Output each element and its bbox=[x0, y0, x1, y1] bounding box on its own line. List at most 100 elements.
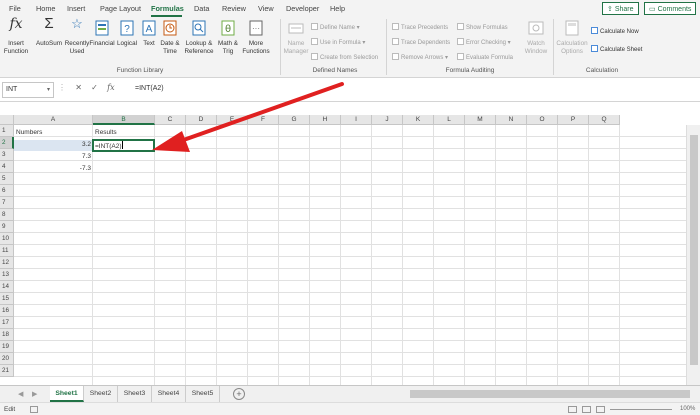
define-name-button[interactable]: Define Name ▾ bbox=[311, 23, 360, 31]
row-header-13[interactable]: 13 bbox=[0, 269, 14, 281]
share-button[interactable]: ⇪ Share bbox=[602, 2, 639, 15]
row-header-10[interactable]: 10 bbox=[0, 233, 14, 245]
sheet-tab-2[interactable]: Sheet2 bbox=[84, 386, 118, 402]
use-in-formula-button[interactable]: Use in Formula ▾ bbox=[311, 38, 365, 46]
sheet-tab-3[interactable]: Sheet3 bbox=[118, 386, 152, 402]
comments-button[interactable]: ▭ Comments bbox=[644, 2, 696, 15]
cell-a4[interactable]: -7.3 bbox=[14, 163, 93, 175]
cell-area[interactable] bbox=[14, 125, 686, 385]
column-header-f[interactable]: F bbox=[248, 115, 279, 125]
column-header-g[interactable]: G bbox=[279, 115, 310, 125]
column-header-h[interactable]: H bbox=[310, 115, 341, 125]
sheet-tab-5[interactable]: Sheet5 bbox=[186, 386, 220, 402]
cell-b2[interactable]: =INT(A2) bbox=[93, 139, 125, 151]
trace-precedents-button[interactable]: Trace Precedents bbox=[392, 23, 448, 31]
row-header-7[interactable]: 7 bbox=[0, 197, 14, 209]
row-header-8[interactable]: 8 bbox=[0, 209, 14, 221]
date-time-button[interactable]: Date & Time bbox=[158, 20, 182, 56]
enter-icon[interactable]: ✓ bbox=[91, 83, 98, 92]
page-break-view-icon[interactable] bbox=[596, 406, 605, 413]
column-header-k[interactable]: K bbox=[403, 115, 434, 125]
tab-home[interactable]: Home bbox=[36, 4, 55, 13]
normal-view-icon[interactable] bbox=[568, 406, 577, 413]
row-header-1[interactable]: 1 bbox=[0, 125, 14, 137]
macro-record-icon[interactable] bbox=[30, 406, 38, 413]
name-manager-button[interactable]: Name Manager bbox=[283, 20, 309, 56]
tab-help[interactable]: Help bbox=[330, 4, 345, 13]
tab-page-layout[interactable]: Page Layout bbox=[100, 4, 141, 13]
zoom-level[interactable]: 100% bbox=[680, 406, 695, 412]
evaluate-formula-button[interactable]: Evaluate Formula bbox=[457, 53, 513, 61]
row-header-14[interactable]: 14 bbox=[0, 281, 14, 293]
column-header-q[interactable]: Q bbox=[589, 115, 620, 125]
column-header-c[interactable]: C bbox=[155, 115, 186, 125]
calculate-sheet-button[interactable]: Calculate Sheet bbox=[591, 45, 642, 53]
sheet-tab-1[interactable]: Sheet1 bbox=[50, 386, 84, 402]
row-header-3[interactable]: 3 bbox=[0, 149, 14, 161]
sheet-tab-4[interactable]: Sheet4 bbox=[152, 386, 186, 402]
show-formulas-button[interactable]: Show Formulas bbox=[457, 23, 508, 31]
column-header-p[interactable]: P bbox=[558, 115, 589, 125]
tab-view[interactable]: View bbox=[258, 4, 274, 13]
column-header-n[interactable]: N bbox=[496, 115, 527, 125]
column-header-m[interactable]: M bbox=[465, 115, 496, 125]
row-header-2[interactable]: 2 bbox=[0, 137, 14, 149]
trace-dependents-button[interactable]: Trace Dependents bbox=[392, 38, 450, 46]
row-header-9[interactable]: 9 bbox=[0, 221, 14, 233]
add-sheet-button[interactable]: + bbox=[233, 388, 245, 400]
row-header-15[interactable]: 15 bbox=[0, 293, 14, 305]
next-sheet-icon[interactable]: ▶ bbox=[32, 390, 37, 398]
calculate-now-button[interactable]: Calculate Now bbox=[591, 27, 639, 35]
chevron-down-icon[interactable]: ▾ bbox=[47, 86, 50, 93]
row-header-20[interactable]: 20 bbox=[0, 353, 14, 365]
row-header-16[interactable]: 16 bbox=[0, 305, 14, 317]
column-header-j[interactable]: J bbox=[372, 115, 403, 125]
select-all-corner[interactable] bbox=[0, 115, 14, 125]
vertical-scroll-thumb[interactable] bbox=[690, 135, 698, 365]
watch-window-button[interactable]: Watch Window bbox=[523, 20, 549, 56]
row-header-11[interactable]: 11 bbox=[0, 245, 14, 257]
tab-formulas[interactable]: Formulas bbox=[151, 4, 184, 13]
column-header-i[interactable]: I bbox=[341, 115, 372, 125]
column-header-o[interactable]: O bbox=[527, 115, 558, 125]
insert-function-button[interactable]: fx Insert Function bbox=[3, 17, 29, 56]
autosum-button[interactable]: Σ AutoSum bbox=[35, 16, 63, 48]
tab-data[interactable]: Data bbox=[194, 4, 209, 13]
page-layout-view-icon[interactable] bbox=[582, 406, 591, 413]
cell-b1[interactable]: Results bbox=[93, 127, 119, 139]
name-box[interactable]: INT ▾ bbox=[2, 82, 54, 98]
row-header-21[interactable]: 21 bbox=[0, 365, 14, 377]
cell-a3[interactable]: 7.3 bbox=[14, 151, 93, 163]
formula-input[interactable]: =INT(A2) bbox=[132, 82, 698, 98]
column-header-e[interactable]: E bbox=[217, 115, 248, 125]
text-button[interactable]: A Text bbox=[140, 20, 158, 48]
prev-sheet-icon[interactable]: ◀ bbox=[18, 390, 23, 398]
more-functions-button[interactable]: ··· More Functions bbox=[241, 20, 271, 56]
tab-file[interactable]: File bbox=[9, 4, 21, 13]
remove-arrows-button[interactable]: Remove Arrows ▾ bbox=[392, 53, 448, 61]
horizontal-scrollbar[interactable] bbox=[410, 390, 690, 398]
column-header-d[interactable]: D bbox=[186, 115, 217, 125]
zoom-slider[interactable] bbox=[610, 409, 672, 410]
recently-used-button[interactable]: ☆ Recently Used bbox=[64, 17, 90, 56]
calculation-options-button[interactable]: Calculation Options bbox=[556, 20, 588, 56]
math-trig-button[interactable]: θ Math & Trig bbox=[216, 20, 240, 56]
tab-developer[interactable]: Developer bbox=[286, 4, 319, 13]
row-header-4[interactable]: 4 bbox=[0, 161, 14, 173]
column-header-l[interactable]: L bbox=[434, 115, 465, 125]
create-from-selection-button[interactable]: Create from Selection bbox=[311, 53, 378, 61]
tab-insert[interactable]: Insert bbox=[67, 4, 85, 13]
row-header-5[interactable]: 5 bbox=[0, 173, 14, 185]
vertical-scrollbar[interactable] bbox=[686, 125, 700, 385]
fx-icon[interactable]: fx bbox=[107, 83, 114, 92]
financial-button[interactable]: Financial bbox=[89, 20, 115, 48]
error-checking-button[interactable]: Error Checking ▾ bbox=[457, 38, 511, 46]
tab-review[interactable]: Review bbox=[222, 4, 246, 13]
logical-button[interactable]: ? Logical bbox=[115, 20, 139, 48]
cancel-icon[interactable]: ✕ bbox=[75, 83, 82, 92]
cell-a1[interactable]: Numbers bbox=[14, 127, 44, 139]
lookup-reference-button[interactable]: Lookup & Reference bbox=[183, 20, 215, 56]
column-header-a[interactable]: A bbox=[14, 115, 93, 125]
column-header-b[interactable]: B bbox=[93, 115, 155, 125]
row-header-6[interactable]: 6 bbox=[0, 185, 14, 197]
